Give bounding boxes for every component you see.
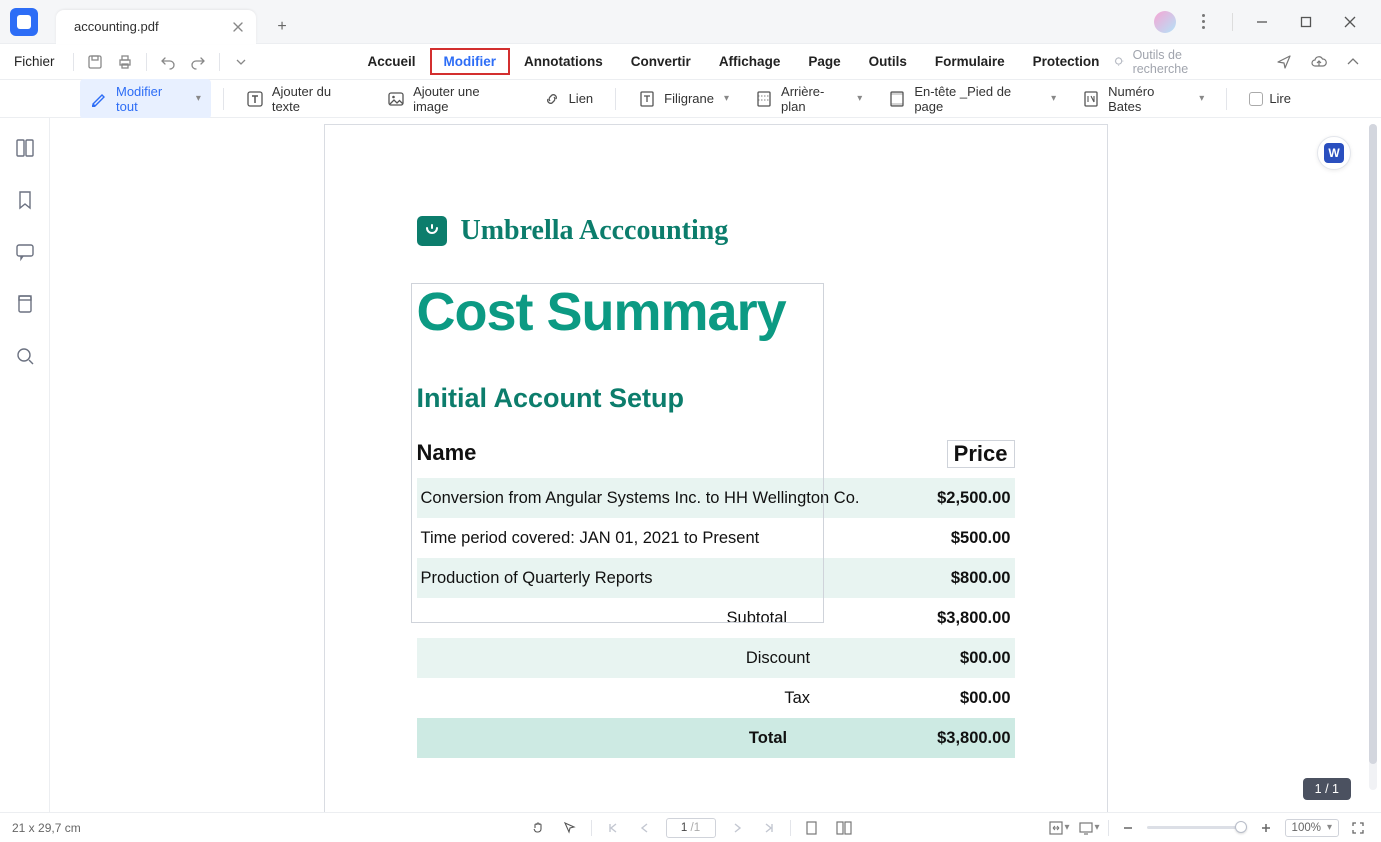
thumbnails-icon[interactable] bbox=[13, 136, 37, 160]
left-sidebar bbox=[0, 118, 50, 812]
checkbox-icon bbox=[1249, 92, 1263, 106]
new-tab-button[interactable]: + bbox=[272, 17, 292, 37]
modify-all-label: Modifier tout bbox=[116, 84, 186, 114]
window-controls bbox=[1154, 5, 1381, 39]
tab-close-icon[interactable] bbox=[230, 19, 246, 35]
menu-bar: Fichier Accueil Modifier Annotations Con… bbox=[0, 44, 1381, 80]
work-area: ▸ ◂ W 1 / 1 Umbrella Acccounting Cost Su… bbox=[0, 118, 1381, 812]
share-icon[interactable] bbox=[1270, 47, 1298, 77]
bates-label: Numéro Bates bbox=[1108, 84, 1189, 114]
bates-number-button[interactable]: Numéro Bates ▾ bbox=[1072, 79, 1214, 119]
header-footer-button[interactable]: En-tête _Pied de page ▾ bbox=[878, 79, 1066, 119]
print-icon[interactable] bbox=[112, 49, 138, 75]
col-price-header: Price bbox=[947, 440, 1015, 468]
main-menu: Accueil Modifier Annotations Convertir A… bbox=[354, 48, 1114, 75]
page-dimensions: 21 x 29,7 cm bbox=[12, 821, 81, 835]
tool-search[interactable]: Outils de recherche bbox=[1113, 48, 1234, 76]
chevron-down-icon: ▾ bbox=[1051, 93, 1056, 104]
company-logo-icon bbox=[417, 216, 447, 246]
chevron-down-icon: ▾ bbox=[724, 93, 729, 104]
zoom-slider[interactable] bbox=[1147, 826, 1247, 829]
watermark-label: Filigrane bbox=[664, 91, 714, 106]
read-mode-toggle[interactable]: Lire bbox=[1239, 86, 1301, 111]
search-panel-icon[interactable] bbox=[13, 344, 37, 368]
add-text-label: Ajouter du texte bbox=[272, 84, 361, 114]
subtotal-row: Subtotal $3,800.00 bbox=[417, 598, 1015, 638]
menu-convertir[interactable]: Convertir bbox=[617, 48, 705, 75]
user-avatar[interactable] bbox=[1154, 11, 1176, 33]
document-canvas: W 1 / 1 Umbrella Acccounting Cost Summar… bbox=[50, 118, 1381, 812]
link-label: Lien bbox=[569, 91, 594, 106]
window-close-icon[interactable] bbox=[1333, 5, 1367, 39]
pdf-page[interactable]: Umbrella Acccounting Cost Summary Initia… bbox=[324, 124, 1108, 812]
menu-annotations[interactable]: Annotations bbox=[510, 48, 617, 75]
comments-icon[interactable] bbox=[13, 240, 37, 264]
tab-bar: accounting.pdf + bbox=[0, 0, 1381, 44]
menu-accueil[interactable]: Accueil bbox=[354, 48, 430, 75]
zoom-out-icon[interactable] bbox=[1117, 817, 1139, 839]
chevron-down-icon: ▾ bbox=[196, 93, 201, 104]
modify-all-button[interactable]: Modifier tout ▾ bbox=[80, 79, 211, 119]
cost-row: Conversion from Angular Systems Inc. to … bbox=[417, 478, 1015, 518]
view-mode-icon[interactable]: ▾ bbox=[1078, 817, 1100, 839]
quick-access-dropdown-icon[interactable] bbox=[228, 49, 254, 75]
attachments-icon[interactable] bbox=[13, 292, 37, 316]
app-logo[interactable] bbox=[10, 8, 38, 36]
menu-modifier[interactable]: Modifier bbox=[430, 48, 511, 75]
document-tab[interactable]: accounting.pdf bbox=[56, 10, 256, 44]
window-minimize-icon[interactable] bbox=[1245, 5, 1279, 39]
tax-row: Tax $00.00 bbox=[417, 678, 1015, 718]
tool-search-hint: Outils de recherche bbox=[1133, 48, 1235, 76]
cost-row: Production of Quarterly Reports $800.00 bbox=[417, 558, 1015, 598]
chevron-down-icon: ▾ bbox=[1199, 93, 1204, 104]
cost-row: Time period covered: JAN 01, 2021 to Pre… bbox=[417, 518, 1015, 558]
undo-icon[interactable] bbox=[155, 49, 181, 75]
menu-affichage[interactable]: Affichage bbox=[705, 48, 795, 75]
read-mode-label: Lire bbox=[1269, 91, 1291, 106]
background-label: Arrière-plan bbox=[781, 84, 847, 114]
zoom-level[interactable]: 100%▾ bbox=[1285, 819, 1339, 837]
menu-formulaire[interactable]: Formulaire bbox=[921, 48, 1019, 75]
bookmarks-icon[interactable] bbox=[13, 188, 37, 212]
menu-page[interactable]: Page bbox=[794, 48, 854, 75]
cloud-icon[interactable] bbox=[1305, 47, 1333, 77]
two-page-view-icon[interactable] bbox=[833, 817, 855, 839]
discount-row: Discount $00.00 bbox=[417, 638, 1015, 678]
file-menu[interactable]: Fichier bbox=[14, 54, 55, 69]
last-page-icon[interactable] bbox=[758, 817, 780, 839]
edit-toolbar: Modifier tout ▾ Ajouter du texte Ajouter… bbox=[0, 80, 1381, 118]
background-button[interactable]: Arrière-plan ▾ bbox=[745, 79, 872, 119]
more-menu-icon[interactable] bbox=[1186, 5, 1220, 39]
watermark-button[interactable]: Filigrane ▾ bbox=[628, 85, 739, 113]
doc-title: Cost Summary bbox=[417, 281, 1015, 343]
collapse-ribbon-icon[interactable] bbox=[1339, 47, 1367, 77]
next-page-icon[interactable] bbox=[726, 817, 748, 839]
select-tool-icon[interactable] bbox=[559, 817, 581, 839]
first-page-icon[interactable] bbox=[602, 817, 624, 839]
menu-protection[interactable]: Protection bbox=[1019, 48, 1114, 75]
link-button[interactable]: Lien bbox=[533, 85, 604, 113]
header-footer-label: En-tête _Pied de page bbox=[914, 84, 1041, 114]
hand-tool-icon[interactable] bbox=[527, 817, 549, 839]
fit-width-icon[interactable]: ▾ bbox=[1048, 817, 1070, 839]
save-icon[interactable] bbox=[82, 49, 108, 75]
fullscreen-icon[interactable] bbox=[1347, 817, 1369, 839]
single-page-view-icon[interactable] bbox=[801, 817, 823, 839]
redo-icon[interactable] bbox=[185, 49, 211, 75]
menu-outils[interactable]: Outils bbox=[855, 48, 921, 75]
prev-page-icon[interactable] bbox=[634, 817, 656, 839]
company-name: Umbrella Acccounting bbox=[461, 215, 729, 247]
window-maximize-icon[interactable] bbox=[1289, 5, 1323, 39]
status-bar: 21 x 29,7 cm 1 /1 ▾ ▾ 100%▾ bbox=[0, 812, 1381, 842]
add-image-label: Ajouter une image bbox=[413, 84, 516, 114]
zoom-in-icon[interactable] bbox=[1255, 817, 1277, 839]
total-row: Total $3,800.00 bbox=[417, 718, 1015, 758]
tab-title: accounting.pdf bbox=[74, 19, 159, 34]
page-number-input[interactable]: 1 /1 bbox=[666, 818, 716, 838]
chevron-down-icon: ▾ bbox=[857, 93, 862, 104]
add-text-button[interactable]: Ajouter du texte bbox=[236, 79, 371, 119]
doc-subtitle: Initial Account Setup bbox=[417, 383, 1015, 414]
add-image-button[interactable]: Ajouter une image bbox=[377, 79, 526, 119]
col-name-header: Name bbox=[417, 440, 477, 468]
